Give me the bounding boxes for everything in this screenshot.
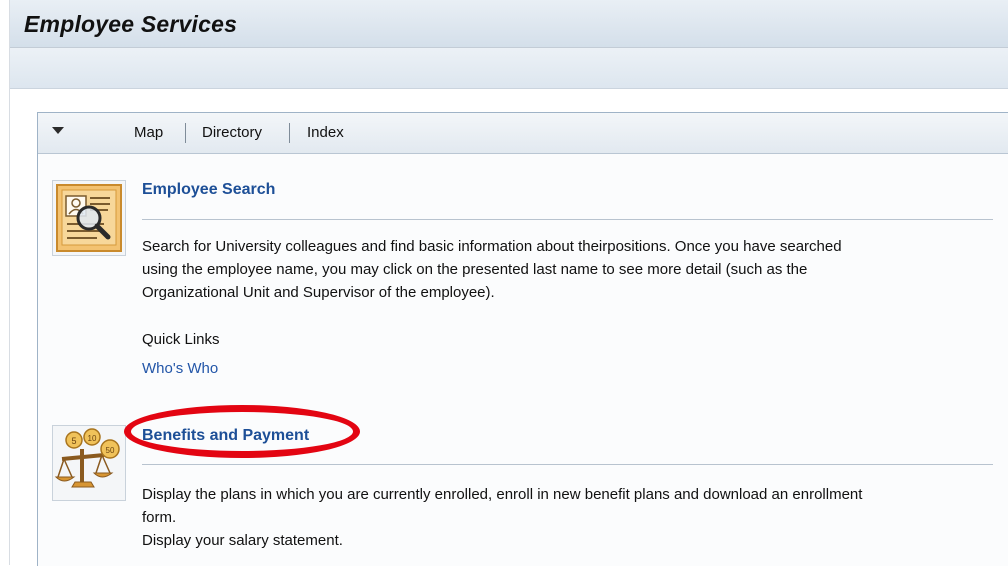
section-divider: [142, 464, 993, 465]
coin-label: 5: [71, 436, 76, 446]
coin-label: 50: [106, 446, 115, 455]
quick-links-label: Quick Links: [142, 331, 220, 348]
section-title-employee-search[interactable]: Employee Search: [142, 181, 275, 199]
nav-separator: [289, 123, 290, 143]
section-divider: [142, 219, 993, 220]
employee-search-icon[interactable]: [52, 180, 126, 256]
triangle-down-icon[interactable]: [52, 127, 64, 134]
toolbar-strip: [10, 48, 1008, 89]
description-line: Display the plans in which you are curre…: [142, 486, 863, 503]
description-line: form.: [142, 509, 177, 526]
title-bar: Employee Services: [10, 0, 1008, 48]
employee-search-description: Search for University colleagues and fin…: [142, 235, 1002, 304]
nav-link-index[interactable]: Index: [307, 124, 344, 141]
description-line: Display your salary statement.: [142, 532, 343, 549]
description-line: using the employee name, you may click o…: [142, 261, 808, 278]
quick-link-whos-who[interactable]: Who's Who: [142, 360, 218, 377]
highlight-circle: [124, 405, 360, 458]
description-line: Organizational Unit and Supervisor of th…: [142, 284, 495, 301]
page-title: Employee Services: [24, 11, 238, 37]
nav-link-map[interactable]: Map: [134, 124, 163, 141]
panel-header: Map Directory Index: [38, 113, 1008, 154]
nav-link-directory[interactable]: Directory: [202, 124, 262, 141]
nav-separator: [185, 123, 186, 143]
coin-label: 10: [88, 434, 97, 443]
benefits-description: Display the plans in which you are curre…: [142, 483, 1002, 552]
benefits-scale-icon[interactable]: 5 10 50: [52, 425, 126, 501]
description-line: Search for University colleagues and fin…: [142, 238, 842, 255]
